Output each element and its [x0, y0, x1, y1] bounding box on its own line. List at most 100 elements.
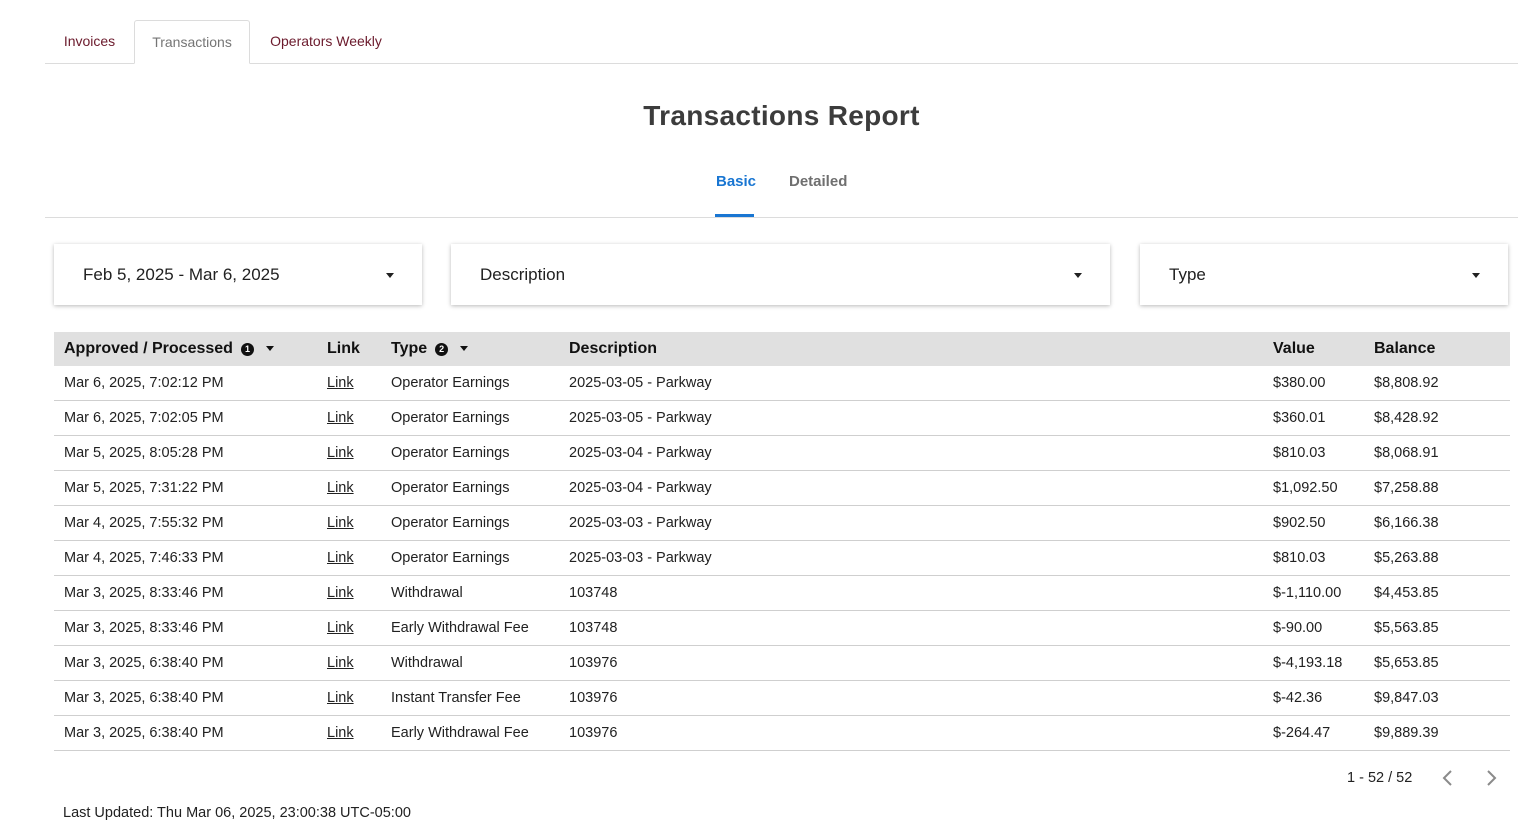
cell-value: $-90.00	[1273, 620, 1323, 636]
chevron-down-icon	[386, 273, 394, 278]
cell-description: 2025-03-04 - Parkway	[569, 445, 712, 461]
chevron-right-icon[interactable]	[1481, 767, 1501, 789]
transaction-link[interactable]: Link	[327, 550, 354, 566]
sort-down-icon[interactable]	[460, 345, 469, 351]
cell-type: Early Withdrawal Fee	[391, 620, 529, 636]
transaction-link[interactable]: Link	[327, 410, 354, 426]
cell-description: 2025-03-05 - Parkway	[569, 375, 712, 391]
cell-description: 103976	[569, 690, 618, 706]
cell-approved: Mar 3, 2025, 6:38:40 PM	[64, 725, 224, 741]
cell-type: Early Withdrawal Fee	[391, 725, 529, 741]
cell-description: 2025-03-05 - Parkway	[569, 410, 712, 426]
cell-balance: $5,563.85	[1374, 620, 1439, 636]
cell-balance: $8,068.91	[1374, 445, 1439, 461]
cell-description: 103748	[569, 620, 618, 636]
cell-description: 103976	[569, 725, 618, 741]
table-row: Mar 4, 2025, 7:46:33 PM Link Operator Earn…	[54, 541, 1510, 576]
table-row: Mar 4, 2025, 7:55:32 PM Link Operator Earn…	[54, 506, 1510, 541]
cell-value: $902.50	[1273, 515, 1326, 531]
sort-down-icon[interactable]	[265, 345, 274, 351]
cell-approved: Mar 5, 2025, 8:05:28 PM	[64, 445, 224, 461]
cell-value: $-1,110.00	[1273, 585, 1342, 601]
transaction-link[interactable]: Link	[327, 480, 354, 496]
transaction-link[interactable]: Link	[327, 620, 354, 636]
report-view-tabs: Basic Detailed	[45, 165, 1518, 218]
table-row: Mar 3, 2025, 8:33:46 PM Link Early Withdra…	[54, 611, 1510, 646]
cell-balance: $5,653.85	[1374, 655, 1439, 671]
pagination-range: 1 - 52 / 52	[1347, 770, 1413, 786]
tab-transactions[interactable]: Transactions	[134, 20, 250, 64]
chevron-down-icon	[1472, 273, 1480, 278]
transaction-link[interactable]: Link	[327, 725, 354, 741]
column-header-type[interactable]: Type 2	[391, 340, 469, 358]
column-header-approved-label: Approved / Processed	[64, 340, 233, 357]
top-tab-bar: Invoices Transactions Operators Weekly	[45, 20, 1518, 64]
cell-balance: $9,889.39	[1374, 725, 1439, 741]
cell-value: $1,092.50	[1273, 480, 1338, 496]
cell-type: Operator Earnings	[391, 410, 510, 426]
transaction-link[interactable]: Link	[327, 445, 354, 461]
cell-description: 2025-03-03 - Parkway	[569, 515, 712, 531]
table-row: Mar 5, 2025, 8:05:28 PM Link Operator Earn…	[54, 436, 1510, 471]
table-row: Mar 3, 2025, 6:38:40 PM Link Instant Trans…	[54, 681, 1510, 716]
cell-approved: Mar 4, 2025, 7:46:33 PM	[64, 550, 224, 566]
cell-value: $360.01	[1273, 410, 1326, 426]
transaction-link[interactable]: Link	[327, 585, 354, 601]
cell-type: Operator Earnings	[391, 480, 510, 496]
cell-type: Operator Earnings	[391, 550, 510, 566]
transaction-link[interactable]: Link	[327, 515, 354, 531]
table-row: Mar 6, 2025, 7:02:12 PM Link Operator Earn…	[54, 366, 1510, 401]
active-tab-indicator	[715, 214, 754, 217]
chevron-down-icon	[1074, 273, 1082, 278]
cell-approved: Mar 6, 2025, 7:02:12 PM	[64, 375, 224, 391]
page-title: Transactions Report	[643, 100, 920, 131]
column-header-value: Value	[1273, 340, 1315, 357]
table-row: Mar 3, 2025, 8:33:46 PM Link Withdrawal 103…	[54, 576, 1510, 611]
description-select[interactable]: Description	[451, 244, 1110, 305]
type-select-label: Type	[1169, 265, 1206, 284]
cell-value: $-264.47	[1273, 725, 1331, 741]
transaction-link[interactable]: Link	[327, 375, 354, 391]
table-header: Approved / Processed 1 Link Type 2 Descr…	[54, 332, 1510, 366]
table-row: Mar 3, 2025, 6:38:40 PM Link Withdrawal 103…	[54, 646, 1510, 681]
cell-balance: $7,258.88	[1374, 480, 1439, 496]
cell-value: $810.03	[1273, 550, 1326, 566]
cell-value: $-4,193.18	[1273, 655, 1343, 671]
cell-approved: Mar 3, 2025, 6:38:40 PM	[64, 690, 224, 706]
date-range-value: Feb 5, 2025 - Mar 6, 2025	[83, 265, 280, 284]
cell-balance: $9,847.03	[1374, 690, 1439, 706]
cell-balance: $6,166.38	[1374, 515, 1439, 531]
cell-type: Operator Earnings	[391, 375, 510, 391]
column-header-approved[interactable]: Approved / Processed 1	[64, 340, 274, 358]
tab-operators-weekly[interactable]: Operators Weekly	[250, 20, 402, 63]
cell-type: Operator Earnings	[391, 445, 510, 461]
cell-description: 2025-03-03 - Parkway	[569, 550, 712, 566]
cell-description: 103748	[569, 585, 618, 601]
table-row: Mar 3, 2025, 6:38:40 PM Link Early Withdra…	[54, 716, 1510, 751]
type-select[interactable]: Type	[1140, 244, 1508, 305]
cell-balance: $5,263.88	[1374, 550, 1439, 566]
cell-value: $-42.36	[1273, 690, 1323, 706]
cell-type: Instant Transfer Fee	[391, 690, 521, 706]
chevron-left-icon[interactable]	[1438, 767, 1458, 789]
cell-description: 103976	[569, 655, 618, 671]
tab-invoices[interactable]: Invoices	[45, 20, 134, 63]
info-icon[interactable]: 2	[435, 342, 449, 356]
column-header-type-label: Type	[391, 340, 428, 357]
cell-approved: Mar 5, 2025, 7:31:22 PM	[64, 480, 224, 496]
cell-approved: Mar 4, 2025, 7:55:32 PM	[64, 515, 224, 531]
cell-type: Withdrawal	[391, 585, 463, 601]
transaction-link[interactable]: Link	[327, 690, 354, 706]
cell-approved: Mar 3, 2025, 6:38:40 PM	[64, 655, 224, 671]
cell-approved: Mar 6, 2025, 7:02:05 PM	[64, 410, 224, 426]
description-select-label: Description	[480, 265, 566, 284]
date-range-select[interactable]: Feb 5, 2025 - Mar 6, 2025	[54, 244, 422, 305]
cell-type: Withdrawal	[391, 655, 463, 671]
column-header-balance: Balance	[1374, 340, 1436, 357]
info-icon[interactable]: 1	[240, 342, 254, 356]
cell-balance: $8,428.92	[1374, 410, 1439, 426]
transaction-link[interactable]: Link	[327, 655, 354, 671]
tab-basic[interactable]: Basic	[716, 173, 756, 190]
table-row: Mar 5, 2025, 7:31:22 PM Link Operator Earn…	[54, 471, 1510, 506]
tab-detailed[interactable]: Detailed	[789, 173, 847, 190]
